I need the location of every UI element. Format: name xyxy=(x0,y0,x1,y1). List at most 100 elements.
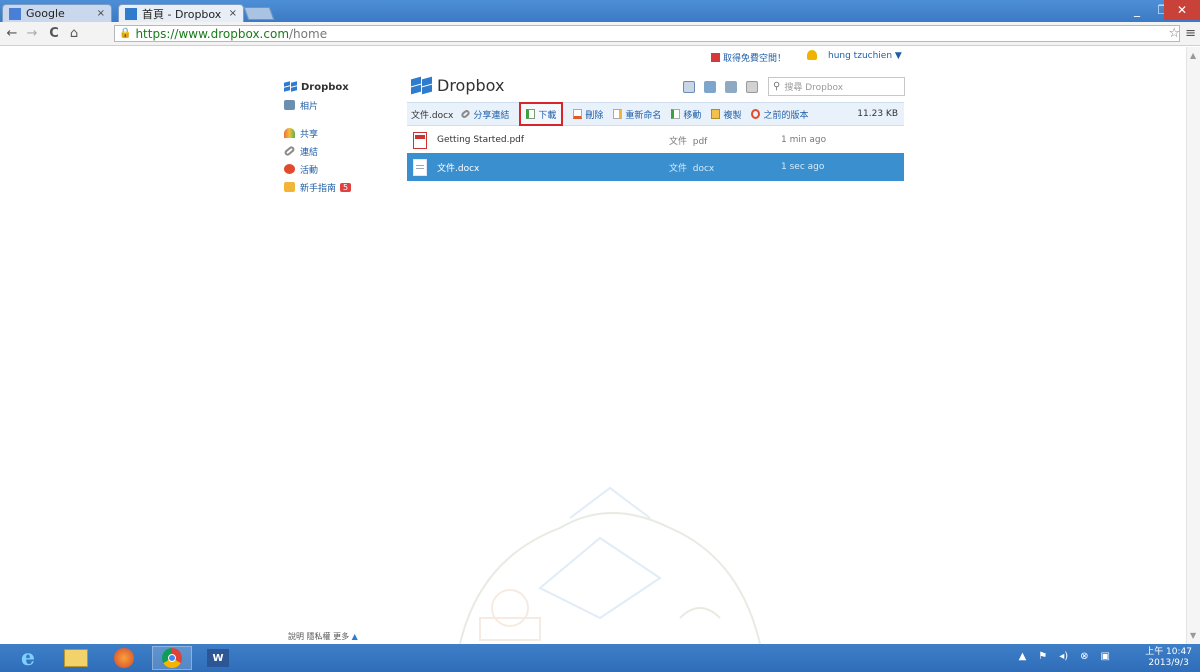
copy-button[interactable]: 複製 xyxy=(711,108,741,121)
sidebar-brand-link[interactable]: Dropbox xyxy=(284,80,394,94)
upload-icon[interactable] xyxy=(683,81,695,93)
file-toolbar xyxy=(683,81,758,93)
delete-icon xyxy=(573,109,583,119)
address-bar[interactable]: 🔒 https://www.dropbox.com /home xyxy=(114,25,1180,42)
footer-links[interactable]: 說明 隱私權 更多 ▲ xyxy=(288,631,358,642)
move-label: 移動 xyxy=(683,110,702,121)
search-input[interactable]: ⚲ 搜尋 Dropbox xyxy=(768,77,905,96)
sidebar-item-getting-started[interactable]: 新手指南 5 xyxy=(284,180,394,194)
dropbox-favicon-icon xyxy=(125,7,137,20)
file-kind: 文件 pdf xyxy=(669,136,708,147)
input-method-icon[interactable]: ▣ xyxy=(1101,651,1110,662)
copy-label: 複製 xyxy=(723,110,742,121)
file-row[interactable]: Getting Started.pdf 文件 pdf 1 min ago xyxy=(407,129,904,151)
minimize-button[interactable]: _ xyxy=(1124,0,1150,20)
link-icon xyxy=(283,145,296,157)
shared-folder-icon[interactable] xyxy=(725,81,737,93)
previous-versions-label: 之前的版本 xyxy=(763,110,809,121)
chrome-icon[interactable] xyxy=(152,646,192,670)
file-name: 文件.docx xyxy=(437,163,480,174)
document-file-icon xyxy=(413,158,427,176)
sidebar-item-label: 連結 xyxy=(300,147,319,158)
show-deleted-files-icon[interactable] xyxy=(746,81,758,93)
pdf-file-icon xyxy=(413,131,427,149)
rename-button[interactable]: 重新命名 xyxy=(613,108,661,121)
volume-icon[interactable]: ◂) xyxy=(1059,651,1068,662)
menu-icon[interactable]: ≡ xyxy=(1185,26,1196,41)
forward-arrow-icon[interactable]: → xyxy=(24,26,40,41)
move-button[interactable]: 移動 xyxy=(671,108,701,121)
lock-icon: 🔒 xyxy=(119,28,132,39)
file-modified: 1 min ago xyxy=(781,135,827,145)
selected-file-name: 文件.docx xyxy=(411,110,454,121)
internet-explorer-icon[interactable]: e xyxy=(8,645,48,671)
window-close-button[interactable]: ✕ xyxy=(1164,0,1200,20)
account-menu[interactable]: hung tzuchien ▼ xyxy=(828,51,902,61)
file-modified: 1 sec ago xyxy=(781,162,825,172)
new-tab-button[interactable] xyxy=(243,7,275,20)
file-kind: 文件 docx xyxy=(669,163,715,174)
file-action-bar: 文件.docx 分享連結 下載 刪除 重新命名 移動 複製 之前的版本 11.2… xyxy=(407,102,904,126)
sidebar-brand-label: Dropbox xyxy=(301,81,349,93)
sidebar-item-label: 新手指南 xyxy=(300,183,337,194)
expand-arrow-icon: ▲ xyxy=(351,632,358,641)
system-tray: ▲ ⚑ ◂) ⊗ ▣ xyxy=(1019,651,1110,662)
download-icon xyxy=(526,109,536,119)
sidebar-item-events[interactable]: 活動 xyxy=(284,162,394,176)
file-row-selected[interactable]: 文件.docx 文件 docx 1 sec ago xyxy=(407,153,904,181)
close-tab-icon[interactable]: × xyxy=(91,8,105,19)
search-placeholder: 搜尋 Dropbox xyxy=(784,83,844,93)
sidebar-item-label: 共享 xyxy=(300,129,319,140)
home-icon[interactable]: ⌂ xyxy=(66,26,82,41)
previous-versions-button[interactable]: 之前的版本 xyxy=(751,108,808,121)
url-path: /home xyxy=(289,26,328,41)
share-link-button[interactable]: 分享連結 xyxy=(460,108,509,121)
sidebar-item-sharing[interactable]: 共享 xyxy=(284,126,394,140)
browser-toolbar: ← → C ⌂ 🔒 https://www.dropbox.com /home … xyxy=(0,22,1200,46)
close-tab-icon[interactable]: × xyxy=(223,8,237,19)
network-icon[interactable]: ⊗ xyxy=(1080,651,1088,662)
clock-date: 2013/9/3 xyxy=(1148,658,1189,668)
clock-icon xyxy=(751,109,761,119)
tab-dropbox[interactable]: 首頁 - Dropbox × xyxy=(118,4,244,22)
delete-button[interactable]: 刪除 xyxy=(573,108,603,121)
copy-icon xyxy=(711,109,721,119)
file-size: 11.23 KB xyxy=(857,109,898,119)
sidebar-item-links[interactable]: 連結 xyxy=(283,144,394,158)
back-arrow-icon[interactable]: ← xyxy=(4,26,20,41)
scroll-down-icon[interactable]: ▼ xyxy=(1190,631,1196,640)
dropbox-logo[interactable]: Dropbox xyxy=(411,76,504,95)
dropbox-logo-icon xyxy=(284,81,297,92)
events-icon xyxy=(284,164,295,174)
move-icon xyxy=(671,109,681,119)
file-name: Getting Started.pdf xyxy=(437,135,525,145)
new-folder-icon[interactable] xyxy=(704,81,716,93)
browser-tab-strip: Google × 首頁 - Dropbox × _ ❐ ✕ xyxy=(0,0,1200,22)
rename-icon xyxy=(613,109,623,119)
photos-icon xyxy=(284,100,295,110)
dropbox-logo-icon xyxy=(411,76,433,94)
word-icon[interactable]: W xyxy=(198,646,238,670)
download-button[interactable]: 下載 xyxy=(519,102,564,126)
clock-time: 上午 10:47 xyxy=(1145,647,1192,657)
file-explorer-icon[interactable] xyxy=(56,646,96,670)
bookmark-star-icon[interactable]: ☆ xyxy=(1168,26,1180,41)
taskbar-clock[interactable]: 上午 10:47 2013/9/3 xyxy=(1145,647,1192,669)
sidebar-item-label: 活動 xyxy=(300,165,319,176)
scroll-up-icon[interactable]: ▲ xyxy=(1190,51,1196,60)
page-scrollbar[interactable]: ▲ ▼ xyxy=(1186,47,1200,644)
background-illustration xyxy=(459,486,761,644)
sidebar-item-photos[interactable]: 相片 xyxy=(284,98,394,112)
url-secure-part: https://www.dropbox.com xyxy=(135,26,290,41)
tab-google[interactable]: Google × xyxy=(2,4,112,22)
free-space-link[interactable]: 取得免費空間！ xyxy=(711,51,786,64)
sharing-icon xyxy=(284,128,295,138)
reload-icon[interactable]: C xyxy=(46,26,62,41)
action-center-flag-icon[interactable]: ⚑ xyxy=(1038,651,1047,662)
search-icon: ⚲ xyxy=(773,81,781,92)
notification-bell-icon[interactable] xyxy=(807,50,817,60)
firefox-icon[interactable] xyxy=(104,646,144,670)
windows-taskbar: e W ▲ ⚑ ◂) ⊗ ▣ 上午 10:47 2013/9/3 xyxy=(0,644,1200,672)
show-hidden-icons-icon[interactable]: ▲ xyxy=(1019,651,1027,662)
google-favicon-icon xyxy=(9,7,21,20)
